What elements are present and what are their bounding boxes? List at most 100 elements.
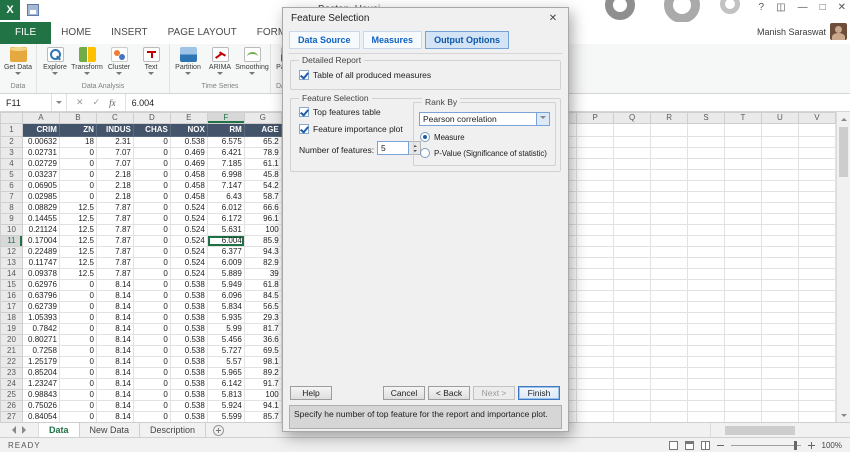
cell-D10[interactable]: 0 (133, 225, 170, 236)
cell-V18[interactable] (798, 313, 835, 324)
cell-U16[interactable] (761, 291, 798, 302)
cell-T6[interactable] (725, 181, 762, 192)
cell-B9[interactable]: 12.5 (59, 214, 96, 225)
cell-B23[interactable]: 0 (59, 368, 96, 379)
cell-E2[interactable]: 0.538 (170, 137, 207, 148)
cell-C6[interactable]: 2.18 (96, 181, 133, 192)
cell-E15[interactable]: 0.538 (170, 280, 207, 291)
cell-B15[interactable]: 0 (59, 280, 96, 291)
cell-C1[interactable]: INDUS (96, 124, 133, 137)
cell-V14[interactable] (798, 269, 835, 280)
cell-P20[interactable] (577, 335, 614, 346)
row-header-4[interactable]: 4 (1, 159, 23, 170)
tab-data-source[interactable]: Data Source (289, 31, 360, 49)
cell-G27[interactable]: 85.7 (244, 412, 281, 423)
cell-T26[interactable] (725, 401, 762, 412)
zoom-slider-handle[interactable] (794, 441, 797, 450)
cell-S27[interactable] (688, 412, 725, 423)
cell-B21[interactable]: 0 (59, 346, 96, 357)
cell-U17[interactable] (761, 302, 798, 313)
cell-V4[interactable] (798, 159, 835, 170)
cell-S26[interactable] (688, 401, 725, 412)
cell-Q2[interactable] (614, 137, 651, 148)
cell-Q14[interactable] (614, 269, 651, 280)
cell-P12[interactable] (577, 247, 614, 258)
cell-C20[interactable]: 8.14 (96, 335, 133, 346)
cell-S24[interactable] (688, 379, 725, 390)
cell-U11[interactable] (761, 236, 798, 247)
row-header-26[interactable]: 26 (1, 401, 23, 412)
cell-C16[interactable]: 8.14 (96, 291, 133, 302)
cell-F23[interactable]: 5.965 (207, 368, 244, 379)
cell-G15[interactable]: 61.8 (244, 280, 281, 291)
row-header-17[interactable]: 17 (1, 302, 23, 313)
cell-D17[interactable]: 0 (133, 302, 170, 313)
cell-U13[interactable] (761, 258, 798, 269)
cell-P10[interactable] (577, 225, 614, 236)
row-header-21[interactable]: 21 (1, 346, 23, 357)
cell-D11[interactable]: 0 (133, 236, 170, 247)
cell-E11[interactable]: 0.524 (170, 236, 207, 247)
cell-T25[interactable] (725, 390, 762, 401)
back-button[interactable]: < Back (428, 386, 470, 400)
cell-B22[interactable]: 0 (59, 357, 96, 368)
cell-R14[interactable] (651, 269, 688, 280)
cell-E19[interactable]: 0.538 (170, 324, 207, 335)
row-header-5[interactable]: 5 (1, 170, 23, 181)
cell-U19[interactable] (761, 324, 798, 335)
cell-P18[interactable] (577, 313, 614, 324)
cell-F5[interactable]: 6.998 (207, 170, 244, 181)
cell-P19[interactable] (577, 324, 614, 335)
cell-G12[interactable]: 94.3 (244, 247, 281, 258)
cell-P15[interactable] (577, 280, 614, 291)
cell-P6[interactable] (577, 181, 614, 192)
cell-B11[interactable]: 12.5 (59, 236, 96, 247)
cell-Q3[interactable] (614, 148, 651, 159)
cell-D25[interactable]: 0 (133, 390, 170, 401)
cell-Q17[interactable] (614, 302, 651, 313)
cell-S1[interactable] (688, 124, 725, 137)
cell-E7[interactable]: 0.458 (170, 192, 207, 203)
number-of-features-input[interactable]: 5 (377, 141, 409, 155)
column-header-Q[interactable]: Q (614, 113, 651, 124)
cell-T5[interactable] (725, 170, 762, 181)
cell-S15[interactable] (688, 280, 725, 291)
cell-V20[interactable] (798, 335, 835, 346)
cell-G18[interactable]: 29.3 (244, 313, 281, 324)
column-header-R[interactable]: R (651, 113, 688, 124)
cell-V5[interactable] (798, 170, 835, 181)
cell-S11[interactable] (688, 236, 725, 247)
cell-S25[interactable] (688, 390, 725, 401)
cell-C21[interactable]: 8.14 (96, 346, 133, 357)
cell-P13[interactable] (577, 258, 614, 269)
cell-E14[interactable]: 0.524 (170, 269, 207, 280)
cancel-entry-icon[interactable]: ✕ (76, 97, 84, 108)
cell-A26[interactable]: 0.75026 (22, 401, 59, 412)
cell-D27[interactable]: 0 (133, 412, 170, 423)
cell-C5[interactable]: 2.18 (96, 170, 133, 181)
row-header-19[interactable]: 19 (1, 324, 23, 335)
cell-Q24[interactable] (614, 379, 651, 390)
cell-V15[interactable] (798, 280, 835, 291)
cell-T1[interactable] (725, 124, 762, 137)
row-header-11[interactable]: 11 (1, 236, 23, 247)
row-header-22[interactable]: 22 (1, 357, 23, 368)
cell-P5[interactable] (577, 170, 614, 181)
cell-C19[interactable]: 8.14 (96, 324, 133, 335)
cell-B27[interactable]: 0 (59, 412, 96, 423)
cell-P16[interactable] (577, 291, 614, 302)
cell-T21[interactable] (725, 346, 762, 357)
cell-E26[interactable]: 0.538 (170, 401, 207, 412)
cell-F14[interactable]: 5.889 (207, 269, 244, 280)
cell-C15[interactable]: 8.14 (96, 280, 133, 291)
cell-E9[interactable]: 0.524 (170, 214, 207, 225)
horizontal-scrollbar[interactable] (710, 423, 850, 437)
ribbon-button-explore[interactable]: Explore (39, 45, 71, 82)
cell-E21[interactable]: 0.538 (170, 346, 207, 357)
cell-G16[interactable]: 84.5 (244, 291, 281, 302)
cell-E17[interactable]: 0.538 (170, 302, 207, 313)
cell-A15[interactable]: 0.62976 (22, 280, 59, 291)
row-header-2[interactable]: 2 (1, 137, 23, 148)
cell-D4[interactable]: 0 (133, 159, 170, 170)
cell-T13[interactable] (725, 258, 762, 269)
